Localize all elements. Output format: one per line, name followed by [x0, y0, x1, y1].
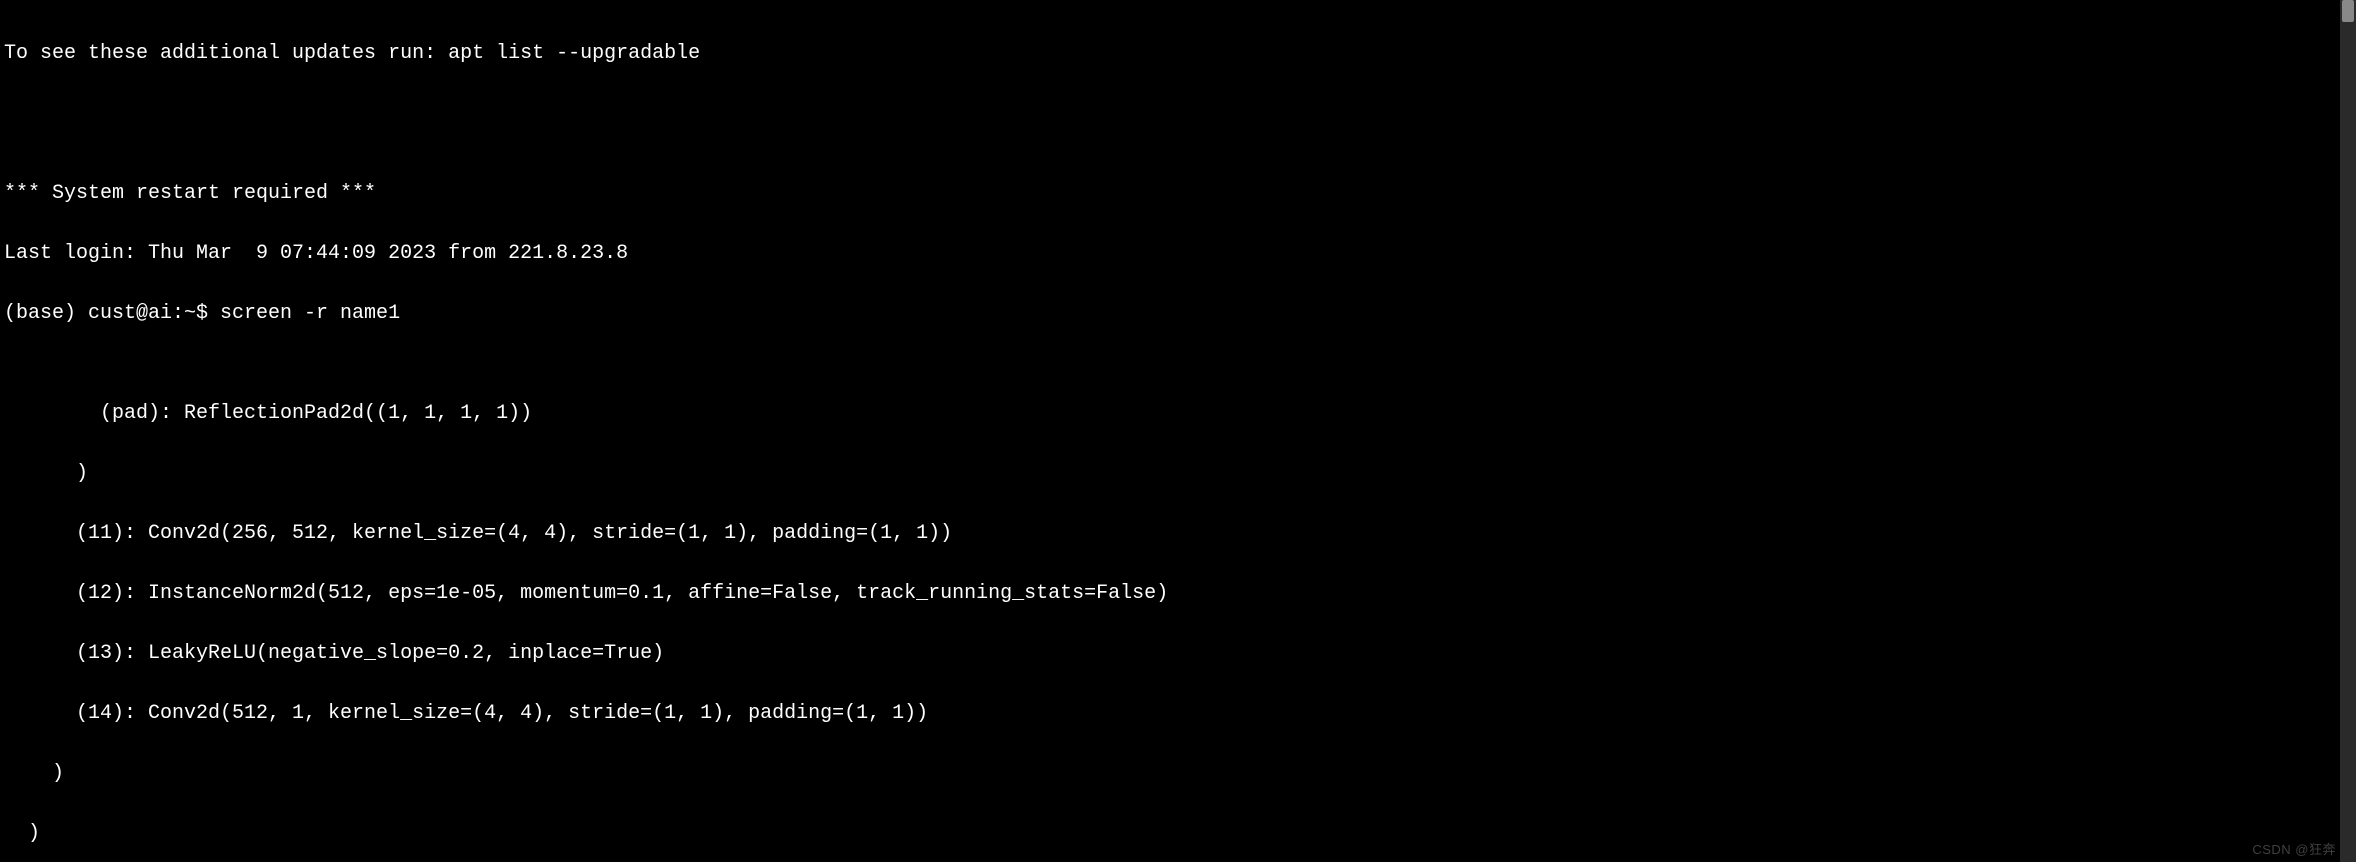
model-close-paren: ): [4, 764, 2340, 784]
model-close-paren: ): [4, 824, 2340, 844]
watermark: CSDN @狂奔: [2252, 840, 2336, 860]
prompt-line[interactable]: (base) cust@ai:~$ screen -r name1: [4, 304, 2340, 324]
terminal[interactable]: To see these additional updates run: apt…: [0, 0, 2340, 862]
model-layer-13: (13): LeakyReLU(negative_slope=0.2, inpl…: [4, 644, 2340, 664]
model-layer-14: (14): Conv2d(512, 1, kernel_size=(4, 4),…: [4, 704, 2340, 724]
last-login-line: Last login: Thu Mar 9 07:44:09 2023 from…: [4, 244, 2340, 264]
model-layer-11: (11): Conv2d(256, 512, kernel_size=(4, 4…: [4, 524, 2340, 544]
vertical-scrollbar[interactable]: [2340, 0, 2356, 862]
model-close-paren: ): [4, 464, 2340, 484]
model-layer-12: (12): InstanceNorm2d(512, eps=1e-05, mom…: [4, 584, 2340, 604]
apt-hint-line: To see these additional updates run: apt…: [4, 44, 2340, 64]
restart-required-line: *** System restart required ***: [4, 184, 2340, 204]
model-layer-pad: (pad): ReflectionPad2d((1, 1, 1, 1)): [4, 404, 2340, 424]
scrollbar-thumb[interactable]: [2342, 0, 2354, 22]
